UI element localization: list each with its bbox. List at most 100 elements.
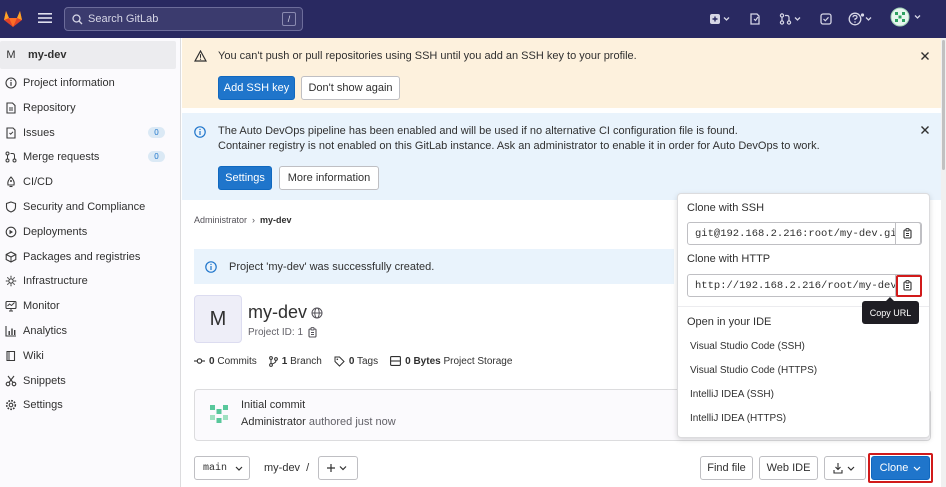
rocket-icon bbox=[5, 176, 17, 188]
branch-stat[interactable]: 1 Branch bbox=[268, 355, 322, 367]
breadcrumb-parent[interactable]: Administrator bbox=[194, 215, 247, 225]
ssh-alert-message: You can't push or pull repositories usin… bbox=[218, 50, 637, 62]
dont-show-again-button[interactable]: Don't show again bbox=[301, 76, 400, 100]
http-url-field[interactable]: http://192.168.2.216/root/my-dev.git bbox=[687, 274, 922, 297]
sidebar-item-analytics[interactable]: Analytics bbox=[0, 320, 176, 342]
ssh-url: git@192.168.2.216:root/my-dev.git bbox=[695, 227, 895, 240]
merge-request-icon[interactable] bbox=[779, 11, 803, 27]
download-dropdown[interactable] bbox=[824, 456, 866, 480]
sidebar-item-packages-and-registries[interactable]: Packages and registries bbox=[0, 246, 176, 268]
copy-icon[interactable] bbox=[308, 327, 318, 338]
ide-option[interactable]: IntelliJ IDEA (HTTPS) bbox=[690, 413, 786, 424]
search-placeholder: Search GitLab bbox=[88, 13, 159, 25]
help-icon[interactable] bbox=[848, 11, 874, 27]
book-icon bbox=[5, 350, 17, 362]
repo-path-root[interactable]: my-dev bbox=[264, 462, 300, 474]
add-to-tree-dropdown[interactable] bbox=[318, 456, 358, 480]
monitor-icon bbox=[5, 300, 17, 312]
merge-request-icon bbox=[5, 151, 17, 163]
sidebar-item-label: Repository bbox=[23, 101, 76, 114]
cloud-icon bbox=[5, 275, 17, 287]
commit-author[interactable]: Administrator bbox=[241, 416, 306, 428]
ide-option[interactable]: Visual Studio Code (HTTPS) bbox=[690, 365, 817, 376]
commits-count: 0 bbox=[209, 355, 215, 367]
sidebar-item-label: Infrastructure bbox=[23, 275, 88, 288]
gitlab-logo-icon[interactable] bbox=[2, 7, 24, 29]
storage-icon bbox=[390, 356, 402, 366]
sidebar-item-label: CI/CD bbox=[23, 176, 53, 189]
auto-devops-alert: The Auto DevOps pipeline has been enable… bbox=[182, 113, 946, 200]
branch-name: main bbox=[203, 462, 228, 474]
copy-ssh-url-button[interactable] bbox=[895, 222, 921, 245]
issues-icon[interactable] bbox=[749, 11, 761, 27]
ssh-url-field[interactable]: git@192.168.2.216:root/my-dev.git bbox=[687, 222, 922, 245]
top-navbar: Search GitLab / bbox=[0, 0, 946, 38]
sidebar-item-project-information[interactable]: Project information bbox=[0, 72, 176, 94]
sidebar-item-label: Settings bbox=[23, 399, 63, 412]
project-id-row: Project ID: 1 bbox=[248, 327, 318, 338]
ide-option[interactable]: Visual Studio Code (SSH) bbox=[690, 341, 805, 352]
tags-count: 0 bbox=[348, 355, 355, 367]
close-icon[interactable] bbox=[920, 51, 930, 61]
sidebar-item-settings[interactable]: Settings bbox=[0, 394, 176, 416]
breadcrumb: Administrator › my-dev bbox=[194, 215, 292, 225]
branch-selector[interactable]: main bbox=[194, 456, 250, 480]
find-file-button[interactable]: Find file bbox=[700, 456, 753, 480]
sidebar-item-security-and-compliance[interactable]: Security and Compliance bbox=[0, 196, 176, 218]
sidebar-item-label: Packages and registries bbox=[23, 250, 141, 263]
branch-icon bbox=[268, 355, 278, 367]
sidebar-item-label: Monitor bbox=[23, 300, 60, 313]
count-badge: 0 bbox=[148, 126, 165, 138]
avatar-icon[interactable] bbox=[890, 7, 926, 27]
sidebar-item-monitor[interactable]: Monitor bbox=[0, 295, 176, 317]
sidebar-item-deployments[interactable]: Deployments bbox=[0, 221, 176, 243]
tags-stat[interactable]: 0 Tags bbox=[334, 356, 378, 367]
chevron-down-icon bbox=[235, 466, 243, 471]
issues-icon bbox=[5, 127, 17, 139]
sidebar-item-snippets[interactable]: Snippets bbox=[0, 370, 176, 392]
ssh-key-alert: You can't push or pull repositories usin… bbox=[182, 38, 946, 108]
sidebar-project-name: my-dev bbox=[28, 49, 67, 61]
sidebar-item-label: Snippets bbox=[23, 374, 66, 387]
commit-icon bbox=[194, 357, 205, 365]
commits-stat[interactable]: 0 Commits bbox=[194, 356, 257, 367]
search-input[interactable]: Search GitLab / bbox=[64, 7, 303, 31]
scrollbar-thumb[interactable] bbox=[942, 40, 945, 170]
search-icon bbox=[72, 13, 83, 25]
deploy-icon bbox=[5, 226, 17, 238]
project-avatar: M bbox=[2, 46, 20, 64]
settings-button[interactable]: Settings bbox=[218, 166, 272, 190]
sidebar-item-wiki[interactable]: Wiki bbox=[0, 345, 176, 367]
page-scrollbar[interactable] bbox=[941, 38, 946, 487]
commit-title[interactable]: Initial commit bbox=[241, 399, 305, 411]
sidebar-item-infrastructure[interactable]: Infrastructure bbox=[0, 270, 176, 292]
info-icon bbox=[205, 260, 217, 273]
close-icon[interactable] bbox=[920, 125, 930, 135]
clone-ssh-label: Clone with SSH bbox=[687, 202, 765, 214]
sidebar-item-label: Project information bbox=[23, 77, 115, 89]
menu-icon[interactable] bbox=[38, 12, 52, 24]
ide-option[interactable]: IntelliJ IDEA (SSH) bbox=[690, 389, 774, 400]
tags-label: Tags bbox=[357, 355, 379, 367]
project-id: Project ID: 1 bbox=[248, 327, 304, 338]
count-badge: 0 bbox=[148, 151, 165, 163]
sidebar-item-ci-cd[interactable]: CI/CD bbox=[0, 171, 176, 193]
add-ssh-key-button[interactable]: Add SSH key bbox=[218, 76, 295, 100]
commit-meta: Administrator authored just now bbox=[241, 416, 396, 428]
sidebar-item-merge-requests[interactable]: Merge requests 0 bbox=[0, 146, 176, 168]
http-url: http://192.168.2.216/root/my-dev.git bbox=[695, 279, 895, 292]
new-item-dropdown[interactable] bbox=[709, 11, 731, 27]
commit-time: authored just now bbox=[308, 416, 396, 428]
storage-stat[interactable]: 0 Bytes Project Storage bbox=[390, 356, 512, 367]
breadcrumb-current[interactable]: my-dev bbox=[260, 215, 292, 225]
web-ide-button[interactable]: Web IDE bbox=[759, 456, 818, 480]
project-avatar: M bbox=[194, 295, 242, 343]
sidebar-item-repository[interactable]: Repository bbox=[0, 97, 176, 119]
sidebar-project-header[interactable]: M my-dev bbox=[0, 41, 176, 69]
sidebar-item-issues[interactable]: Issues 0 bbox=[0, 122, 176, 144]
more-information-button[interactable]: More information bbox=[279, 166, 379, 190]
branch-label: Branch bbox=[290, 355, 322, 367]
project-stats: 0 Commits 1 Branch 0 Tags 0 Bytes Projec… bbox=[194, 354, 524, 368]
tag-icon bbox=[334, 356, 345, 367]
todo-icon[interactable] bbox=[820, 11, 832, 27]
